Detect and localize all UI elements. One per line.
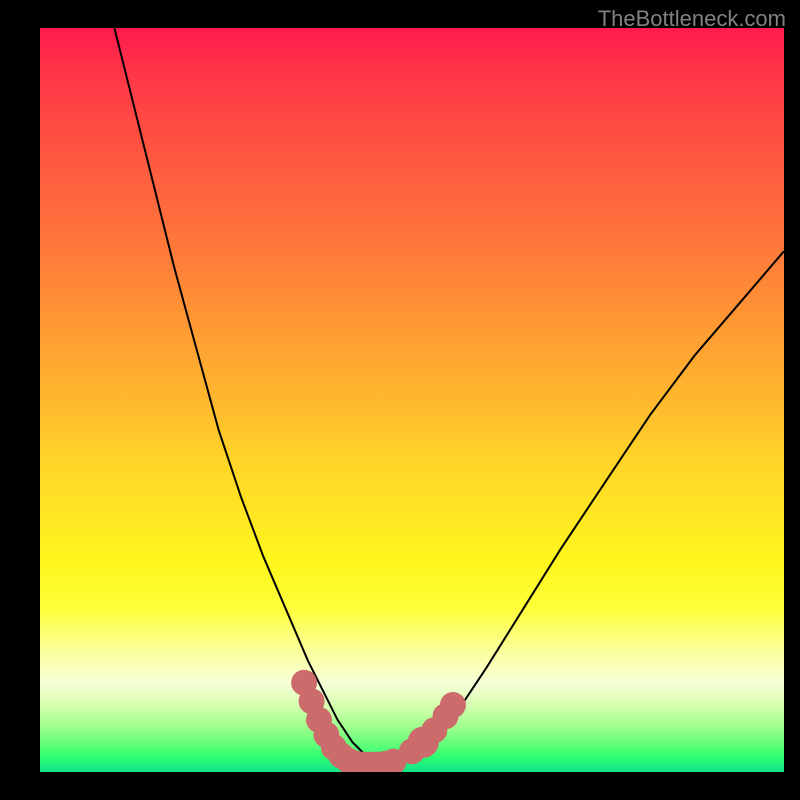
watermark-text: TheBottleneck.com [598, 6, 786, 32]
bottleneck-curve-svg [40, 28, 784, 772]
curve-markers [291, 670, 466, 772]
chart-plot-area [40, 28, 784, 772]
bottleneck-curve-path [114, 28, 784, 765]
curve-marker [440, 692, 466, 718]
